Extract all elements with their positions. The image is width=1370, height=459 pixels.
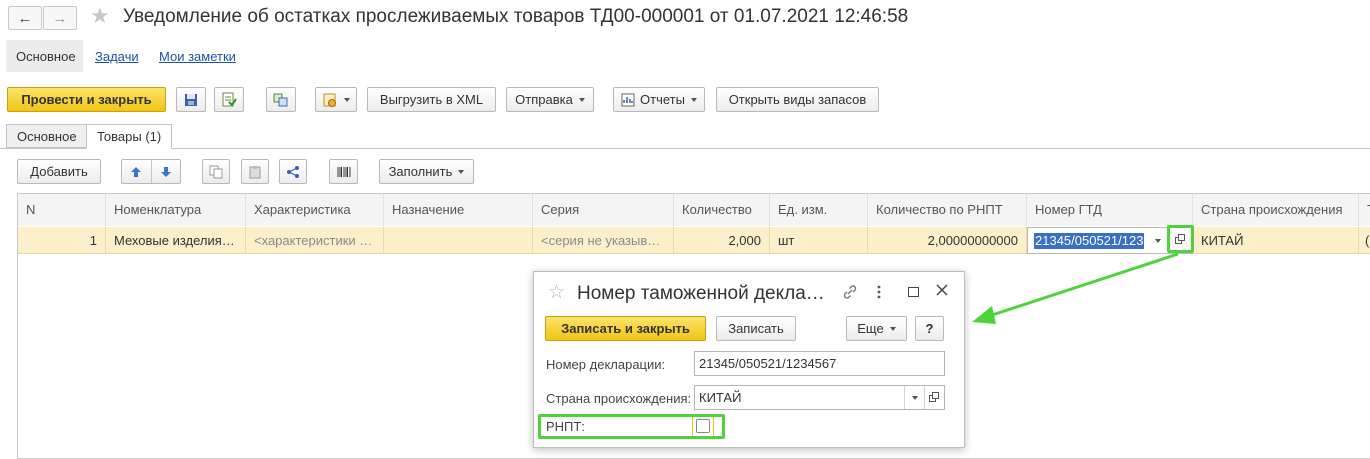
col-header-characteristic[interactable]: Характеристика <box>246 194 384 226</box>
col-header-rnpt-quantity[interactable]: Количество по РНПТ <box>868 194 1027 226</box>
declaration-number-input[interactable]: 21345/050521/1234567 <box>694 351 945 376</box>
dialog-save-button[interactable]: Записать <box>716 316 796 341</box>
favorite-star-icon[interactable]: ★ <box>90 3 110 29</box>
arrow-right-icon: → <box>52 9 68 27</box>
reports-label: Отчеты <box>640 92 685 107</box>
move-buttons <box>121 159 181 184</box>
chevron-down-icon <box>911 395 918 400</box>
tab-main[interactable]: Основное <box>6 124 88 148</box>
move-up-button[interactable] <box>122 160 152 183</box>
chevron-down-icon <box>578 97 585 102</box>
more-vertical-icon[interactable] <box>876 284 882 303</box>
col-header-country[interactable]: Страна происхождения <box>1193 194 1359 226</box>
structure-icon <box>273 93 288 106</box>
section-tasks-link[interactable]: Задачи <box>95 49 139 64</box>
arrow-up-icon <box>131 166 142 177</box>
close-icon[interactable] <box>935 283 949 300</box>
col-header-quantity[interactable]: Количество <box>674 194 770 226</box>
rnpt-checkbox[interactable] <box>696 419 710 433</box>
create-based-on-button[interactable] <box>315 87 357 112</box>
country-input[interactable]: КИТАЙ <box>694 385 945 410</box>
help-button[interactable]: ? <box>915 316 944 341</box>
col-header-gtd[interactable]: Номер ГТД <box>1027 194 1193 226</box>
col-header-t[interactable]: Т <box>1359 194 1370 226</box>
section-main-label: Основное <box>16 49 76 64</box>
chevron-down-icon <box>458 169 465 174</box>
dialog-title: Номер таможенной декла… <box>577 283 825 304</box>
tab-goods[interactable]: Товары (1) <box>86 124 173 149</box>
save-and-close-button[interactable]: Записать и закрыть <box>545 316 706 341</box>
reports-dropdown-button[interactable]: Отчеты <box>613 87 705 112</box>
post-button[interactable] <box>214 87 244 112</box>
post-document-icon <box>222 92 237 107</box>
forward-button[interactable]: → <box>43 6 77 30</box>
barcode-icon <box>337 166 350 177</box>
chevron-down-icon <box>690 97 697 102</box>
chevron-down-icon <box>889 326 896 331</box>
link-icon[interactable] <box>842 284 858 303</box>
more-label: Еще <box>857 321 884 336</box>
col-header-nomenclature[interactable]: Номенклатура <box>106 194 246 226</box>
share-icon <box>287 165 299 178</box>
country-open-button[interactable] <box>924 386 944 409</box>
more-dropdown-button[interactable]: Еще <box>846 316 907 341</box>
maximize-icon[interactable] <box>908 287 919 297</box>
copy-icon <box>209 165 223 178</box>
country-value: КИТАЙ <box>699 390 742 405</box>
focus-divider-right <box>713 417 714 436</box>
cell-series[interactable]: <серия не указыв… <box>533 227 674 254</box>
cell-nomenclature[interactable]: Меховые изделия… <box>106 227 246 254</box>
tabs-divider <box>0 148 1370 149</box>
export-xml-button[interactable]: Выгрузить в XML <box>367 87 496 112</box>
col-header-purpose[interactable]: Назначение <box>384 194 533 226</box>
add-row-button[interactable]: Добавить <box>17 159 101 184</box>
cell-n: 1 <box>18 227 106 254</box>
rnpt-highlight: РНПТ: <box>538 414 725 439</box>
cell-country[interactable]: КИТАЙ <box>1193 227 1359 254</box>
annotation-arrow <box>972 252 1179 324</box>
cell-characteristic[interactable]: <характеристики … <box>246 227 384 254</box>
country-label: Страна происхождения: <box>546 391 692 406</box>
related-docs-button[interactable] <box>266 87 296 112</box>
open-stock-kinds-button[interactable]: Открыть виды запасов <box>716 87 879 112</box>
post-and-close-button[interactable]: Провести и закрыть <box>7 87 166 112</box>
barcode-button[interactable] <box>329 159 358 184</box>
report-icon <box>621 93 635 106</box>
window-title: Уведомление об остатках прослеживаемых т… <box>123 6 909 27</box>
declaration-number-value: 21345/050521/1234567 <box>699 356 837 371</box>
paste-row-button[interactable] <box>241 159 269 184</box>
table-header: N Номенклатура Характеристика Назначение… <box>18 194 1370 226</box>
chevron-down-icon <box>344 97 350 102</box>
country-dropdown-button[interactable] <box>904 386 924 409</box>
copy-row-button[interactable] <box>202 159 230 184</box>
move-down-button[interactable] <box>152 160 181 183</box>
dialog-star-icon[interactable]: ☆ <box>548 281 565 304</box>
col-header-n[interactable]: N <box>18 194 106 226</box>
col-header-series[interactable]: Серия <box>533 194 674 226</box>
back-button[interactable]: ← <box>8 6 42 30</box>
create-based-icon <box>323 93 336 107</box>
fill-dropdown-button[interactable]: Заполнить <box>379 159 474 184</box>
section-notes-link[interactable]: Мои заметки <box>159 49 236 64</box>
paste-icon <box>249 165 261 178</box>
section-main[interactable]: Основное <box>6 40 83 72</box>
arrow-down-icon <box>160 166 171 177</box>
fill-label: Заполнить <box>388 164 453 179</box>
col-header-unit[interactable]: Ед. изм. <box>770 194 868 226</box>
declaration-number-label: Номер декларации: <box>546 357 666 372</box>
save-button[interactable] <box>176 87 206 112</box>
floppy-disk-icon <box>185 93 197 106</box>
arrow-left-icon: ← <box>17 9 33 27</box>
cell-last[interactable]: ( <box>1359 227 1370 254</box>
cell-unit[interactable]: шт <box>770 227 868 254</box>
cell-purpose[interactable] <box>384 227 533 254</box>
send-dropdown-button[interactable]: Отправка <box>506 87 594 112</box>
send-label: Отправка <box>515 92 573 107</box>
open-form-icon <box>929 392 939 402</box>
rnpt-label: РНПТ: <box>546 419 585 434</box>
focus-divider <box>692 417 693 436</box>
share-button[interactable] <box>279 159 307 184</box>
cell-quantity[interactable]: 2,000 <box>674 227 770 254</box>
